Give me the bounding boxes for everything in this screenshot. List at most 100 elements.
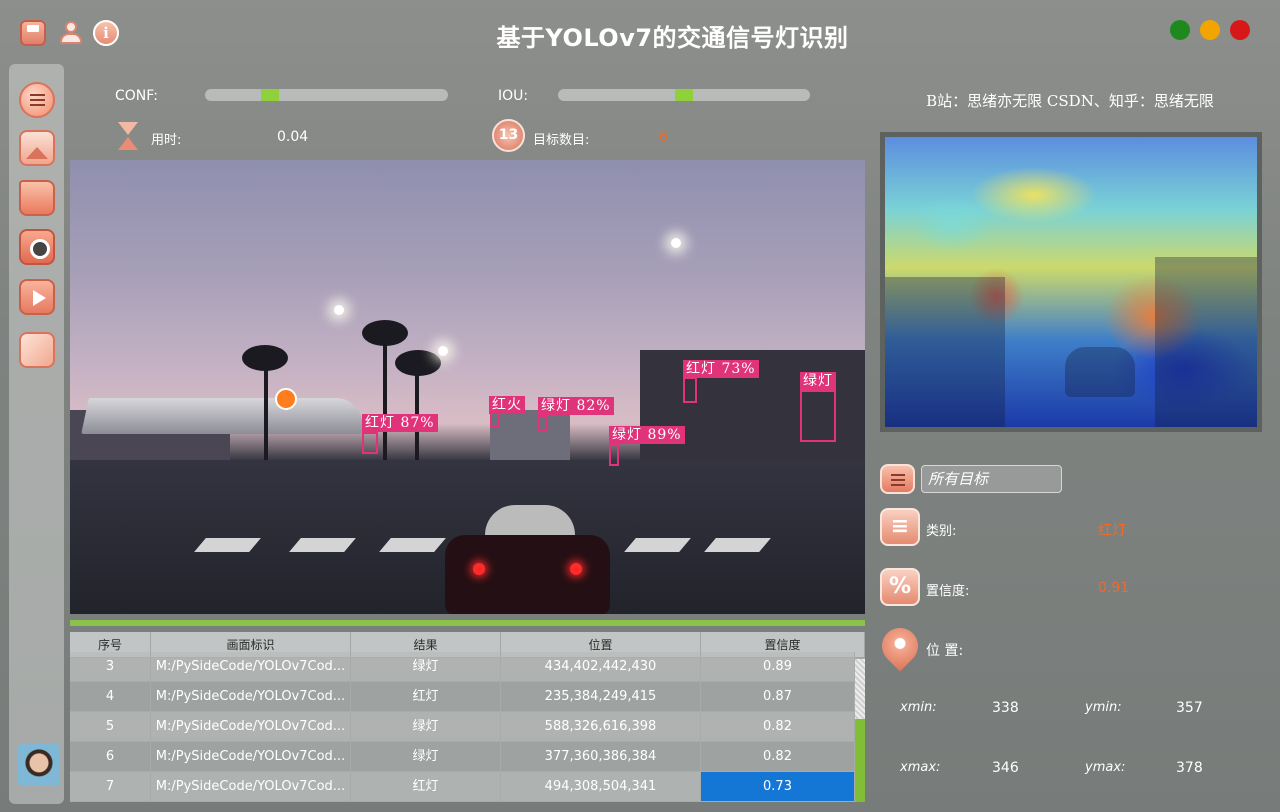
filter-menu-icon[interactable] [880,464,915,494]
table-cell[interactable]: 434,402,442,430 [501,652,701,681]
table-cell[interactable]: 绿灯 [351,742,501,771]
table-cell[interactable]: 0.89 [701,652,855,681]
play-icon[interactable] [19,279,55,315]
iou-label: IOU: [498,88,529,104]
detection-label: 红灯 87% [362,414,438,432]
detection-box [800,390,836,442]
conf-slider[interactable] [205,89,448,101]
hourglass-icon [115,120,141,152]
class-label: 类别: [926,524,957,539]
table-cell[interactable]: 7 [70,772,151,801]
table-cell[interactable]: 5 [70,712,151,741]
table-row[interactable]: 3 M:/PySideCode/YOLOv7Cod... 绿灯 434,402,… [70,652,855,682]
image-icon[interactable] [19,130,55,166]
table-cell[interactable]: 0.82 [701,712,855,741]
class-value: 红灯 [1098,523,1126,539]
ymin-value: 357 [1176,700,1203,716]
street-lamp [671,238,681,248]
maximize-button[interactable] [1200,20,1220,40]
heatmap-image [880,132,1262,432]
detection-label: 绿灯 82% [538,397,614,415]
time-value: 0.04 [277,129,309,145]
ymax-label: ymax: [1085,760,1126,775]
table-cell[interactable]: 6 [70,742,151,771]
palm-tree [395,350,441,376]
camera-icon[interactable] [19,229,55,265]
category-icon: ≡ [880,508,920,546]
table-cell[interactable]: 红灯 [351,682,501,711]
detection-box [683,377,697,403]
confidence-label: 置信度: [926,584,970,599]
table-cell[interactable]: 0.82 [701,742,855,771]
table-cell[interactable]: M:/PySideCode/YOLOv7Cod... [151,652,351,681]
title-bar: i 基于YOLOv7的交通信号灯识别 [0,0,1280,64]
table-cell[interactable]: 377,360,386,384 [501,742,701,771]
percent-icon: % [880,568,920,606]
target-filter-select[interactable]: 所有目标 [921,465,1062,493]
table-cell[interactable]: 4 [70,682,151,711]
detection-label: 红灯 73% [683,360,759,378]
detection-label: 绿灯 89% [609,426,685,444]
table-cell[interactable]: 235,384,249,415 [501,682,701,711]
app-title: 基于YOLOv7的交通信号灯识别 [496,24,849,52]
position-label: 位 置: [926,643,964,659]
cube-icon[interactable] [19,332,55,368]
xmin-label: xmin: [900,700,937,715]
detection-image: 红灯 87% 红火 绿灯 82% 绿灯 89% 红灯 73% 绿灯 [70,160,865,614]
table-row[interactable]: 5 M:/PySideCode/YOLOv7Cod... 绿灯 588,326,… [70,712,855,742]
results-table[interactable]: 序号 画面标识 结果 位置 置信度 3 M:/PySideCode/YOLOv7… [70,632,865,802]
table-cell[interactable]: 3 [70,652,151,681]
location-pin-icon [874,620,926,672]
table-cell-selected[interactable]: 0.73 [701,772,855,801]
heatmap-building [885,277,1005,427]
heatmap-car [1065,347,1135,397]
minimize-button[interactable] [1170,20,1190,40]
table-row[interactable]: 4 M:/PySideCode/YOLOv7Cod... 红灯 235,384,… [70,682,855,712]
xmax-value: 346 [992,760,1019,776]
crosswalk [704,538,771,552]
folder-icon[interactable] [19,180,55,216]
heatmap-building [1155,257,1257,427]
table-row[interactable]: 6 M:/PySideCode/YOLOv7Cod... 绿灯 377,360,… [70,742,855,772]
credits-text: B站：思绪亦无限 CSDN、知乎：思绪无限 [926,92,1214,110]
street-lamp [334,305,344,315]
ymax-value: 378 [1176,760,1203,776]
table-cell[interactable]: 绿灯 [351,712,501,741]
table-cell[interactable]: M:/PySideCode/YOLOv7Cod... [151,682,351,711]
table-scrollbar[interactable] [855,659,865,802]
confidence-value: 0.91 [1098,580,1130,596]
avatar[interactable] [18,744,60,786]
table-cell[interactable]: 588,326,616,398 [501,712,701,741]
iou-slider[interactable] [558,89,810,101]
crosswalk [624,538,691,552]
iou-slider-handle[interactable] [675,89,693,101]
heatmap-canvas [885,137,1257,427]
target-count-icon: 13 [492,119,525,152]
crosswalk [194,538,261,552]
xmax-label: xmax: [900,760,941,775]
table-cell[interactable]: 绿灯 [351,652,501,681]
table-cell[interactable]: M:/PySideCode/YOLOv7Cod... [151,772,351,801]
progress-bar [70,620,865,626]
car [445,505,610,614]
table-cell[interactable]: M:/PySideCode/YOLOv7Cod... [151,742,351,771]
detection-box [490,412,500,428]
table-cell[interactable]: 0.87 [701,682,855,711]
table-row[interactable]: 7 M:/PySideCode/YOLOv7Cod... 红灯 494,308,… [70,772,855,802]
street-lamp [438,346,448,356]
count-label: 目标数目: [533,133,590,148]
detection-box [538,416,548,432]
conf-label: CONF: [115,88,158,104]
detection-label: 绿灯 [800,372,836,390]
conf-slider-handle[interactable] [261,89,279,101]
table-cell[interactable]: 494,308,504,341 [501,772,701,801]
table-cell[interactable]: 红灯 [351,772,501,801]
time-label: 用时: [151,133,182,148]
table-cell[interactable]: M:/PySideCode/YOLOv7Cod... [151,712,351,741]
scrollbar-thumb[interactable] [855,719,865,802]
menu-icon[interactable] [19,82,55,118]
detection-box [362,432,378,454]
sidebar [9,64,64,804]
close-button[interactable] [1230,20,1250,40]
palm-tree [362,320,408,346]
